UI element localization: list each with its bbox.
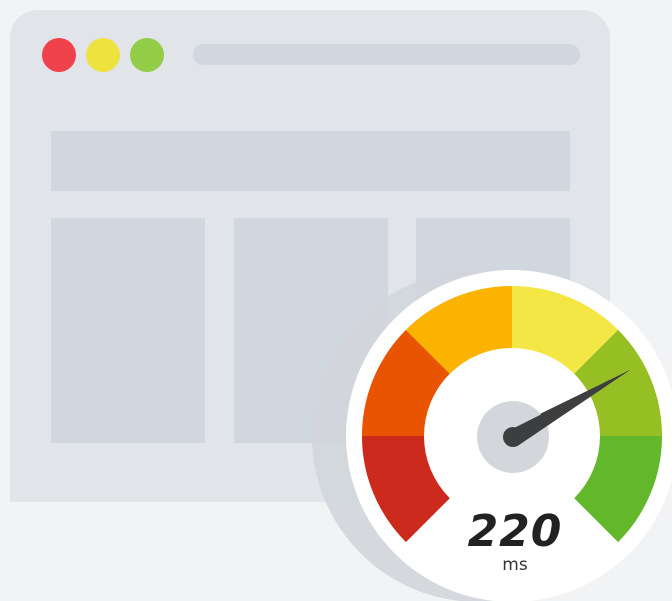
response-time-unit: ms — [502, 555, 528, 575]
gauge-readout: 220 ms — [430, 506, 600, 575]
gauge-hub-center — [503, 427, 523, 447]
response-time-value: 220 — [467, 506, 563, 557]
